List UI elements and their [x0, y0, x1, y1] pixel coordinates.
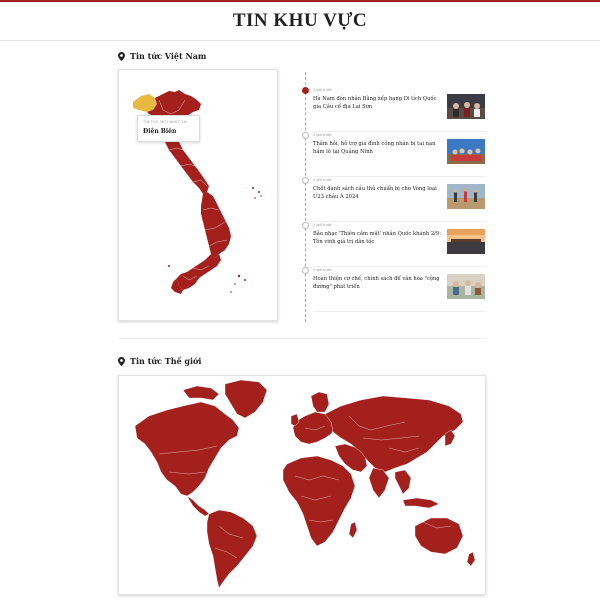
southeast-asia-region[interactable]	[394, 469, 412, 495]
tooltip-province-name: Điện Biên	[143, 128, 177, 135]
canadian-arctic-islands[interactable]	[182, 385, 220, 401]
location-pin-icon	[118, 51, 125, 61]
news-item[interactable]: 2 giờ trước Hoàn thiện cơ chế, chính sác…	[313, 268, 486, 312]
news-time: 2 giờ trước	[313, 223, 332, 227]
africa-region[interactable]	[282, 455, 356, 547]
timeline-line	[305, 72, 306, 322]
news-item[interactable]: 2 giờ trước Thăm hỏi, hỗ trợ gia đình cô…	[313, 133, 486, 177]
news-time: 2 giờ trước	[313, 178, 332, 182]
australia-region[interactable]	[414, 517, 464, 555]
world-map-card[interactable]	[118, 375, 486, 595]
vietnam-northwest-province[interactable]	[133, 94, 157, 112]
news-title[interactable]: Chốt danh sách cầu thủ chuẩn bị cho Vòng…	[313, 185, 441, 201]
news-time: 2 giờ trước	[313, 268, 332, 272]
india-region[interactable]	[368, 467, 390, 499]
vietnam-south[interactable]	[177, 254, 221, 290]
vietnam-section-heading: Tin tức Việt Nam	[118, 51, 206, 61]
world-section-heading: Tin tức Thế giới	[118, 356, 201, 366]
news-thumbnail[interactable]	[447, 184, 485, 209]
news-item[interactable]: 2 giờ trước Chốt danh sách cầu thủ chuẩn…	[313, 178, 486, 222]
timeline-dot	[302, 132, 309, 139]
news-item[interactable]: 2 giờ trước Bảo nhạc 'Thiên cầm mất' nhâ…	[313, 223, 486, 267]
vietnam-map[interactable]	[119, 70, 279, 322]
vietnam-heading-label: Tin tức Việt Nam	[130, 51, 207, 61]
news-thumbnail[interactable]	[447, 139, 485, 164]
news-time: 2 giờ trước	[313, 133, 332, 137]
timeline-dot	[302, 177, 309, 184]
world-map[interactable]	[119, 376, 486, 595]
central-america-region[interactable]	[186, 495, 210, 517]
page-title: TIN KHU VỰC	[232, 10, 368, 31]
new-zealand-region[interactable]	[466, 551, 476, 567]
news-time: 2 giờ trước	[313, 88, 332, 92]
location-pin-icon	[118, 356, 125, 366]
indonesia-region[interactable]	[402, 497, 440, 509]
vietnam-central-highlands[interactable]	[201, 192, 231, 258]
madagascar-region[interactable]	[348, 521, 358, 539]
tooltip-label: TIN TỨC MỚI NHẤT TẠI	[143, 120, 188, 124]
news-title[interactable]: Hà Nam đón nhận Bằng xếp hạng Di tích Qu…	[313, 95, 441, 111]
north-america-region[interactable]	[134, 401, 240, 497]
news-thumbnail[interactable]	[447, 274, 485, 299]
province-tooltip: TIN TỨC MỚI NHẤT TẠI Điện Biên	[137, 115, 200, 142]
timeline-dot	[302, 87, 309, 94]
news-thumbnail[interactable]	[447, 94, 485, 119]
greenland-region[interactable]	[224, 379, 268, 419]
south-america-region[interactable]	[206, 509, 258, 589]
news-item[interactable]: 2 giờ trước Hà Nam đón nhận Bằng xếp hạn…	[313, 88, 486, 132]
timeline-dot	[302, 267, 309, 274]
news-title[interactable]: Thăm hỏi, hỗ trợ gia đình công nhân bị t…	[313, 140, 441, 156]
news-thumbnail[interactable]	[447, 229, 485, 254]
timeline-dot	[302, 222, 309, 229]
news-title[interactable]: Bảo nhạc 'Thiên cầm mất' nhân Quốc khánh…	[313, 230, 441, 246]
page-header: TIN KHU VỰC	[0, 2, 600, 41]
vietnam-map-card[interactable]	[118, 69, 278, 321]
news-title[interactable]: Hoàn thiện cơ chế, chính sách để văn hóa…	[313, 275, 441, 291]
scandinavia-region[interactable]	[310, 391, 330, 413]
section-divider	[118, 338, 486, 339]
world-heading-label: Tin tức Thế giới	[130, 356, 202, 366]
